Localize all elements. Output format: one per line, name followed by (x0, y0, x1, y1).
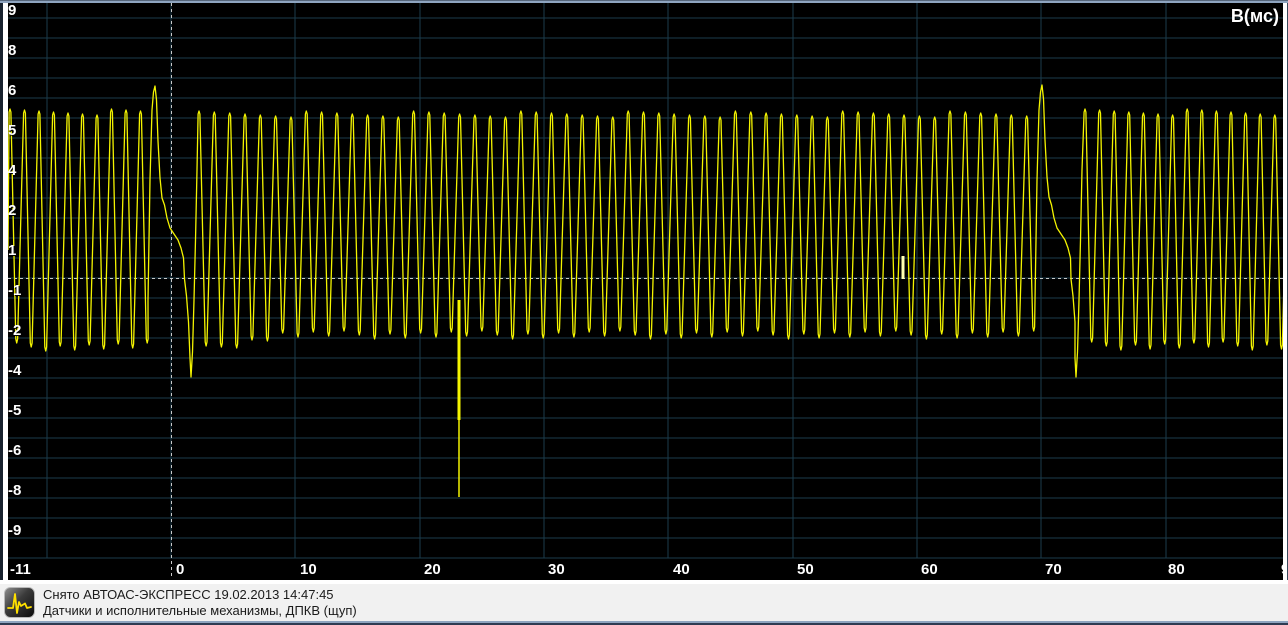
frame-top-light (0, 1, 1288, 3)
x-axis-tick-label: 60 (921, 561, 938, 578)
x-axis-tick-label: 80 (1168, 561, 1185, 578)
y-axis-tick-label: -5 (8, 402, 21, 420)
y-axis-tick-label: 8 (8, 42, 16, 60)
waveform-canvas[interactable] (0, 0, 1288, 584)
axis-unit-label: В(мс) (1231, 6, 1279, 27)
y-axis-tick-label: -2 (8, 322, 21, 340)
status-line-2: Датчики и исполнительные механизмы, ДПКВ… (43, 603, 357, 619)
y-axis-tick-label: 9 (8, 2, 16, 20)
x-axis-tick-label: 50 (797, 561, 814, 578)
x-axis-tick-label: 40 (673, 561, 690, 578)
x-axis-tick-label: 20 (424, 561, 441, 578)
oscilloscope-window: 9 8 6 5 4 2 1 -1 -2 -4 -5 -6 -8 -9 -11 0 10 20 30 40 50 60 70 8… (0, 0, 1288, 625)
y-axis-tick-label: 6 (8, 82, 16, 100)
y-axis-tick-label: -8 (8, 482, 21, 500)
x-axis-tick-label: 10 (300, 561, 317, 578)
y-axis-tick-label: -4 (8, 362, 21, 380)
x-axis-tick-label: 0 (176, 561, 184, 578)
x-axis-tick-label: 70 (1045, 561, 1062, 578)
x-axis-tick-label: 30 (548, 561, 565, 578)
y-axis-tick-label: 5 (8, 122, 16, 140)
y-axis-tick-label: -1 (8, 282, 21, 300)
y-axis-tick-label: -6 (8, 442, 21, 460)
y-axis-tick-label: 2 (8, 202, 16, 220)
frame-left-white (3, 3, 8, 580)
dpkv-waveform-trace (8, 85, 1287, 377)
y-axis-tick-label: 4 (8, 162, 16, 180)
y-axis-tick-label: -9 (8, 522, 21, 540)
x-axis-tick-label: -11 (10, 561, 31, 578)
y-axis-tick-label: 1 (8, 242, 16, 260)
status-bar: Снято АВТОАС-ЭКСПРЕСС 19.02.2013 14:47:4… (0, 584, 1288, 621)
status-line-1: Снято АВТОАС-ЭКСПРЕСС 19.02.2013 14:47:4… (43, 587, 357, 603)
oscilloscope-icon (4, 587, 35, 618)
